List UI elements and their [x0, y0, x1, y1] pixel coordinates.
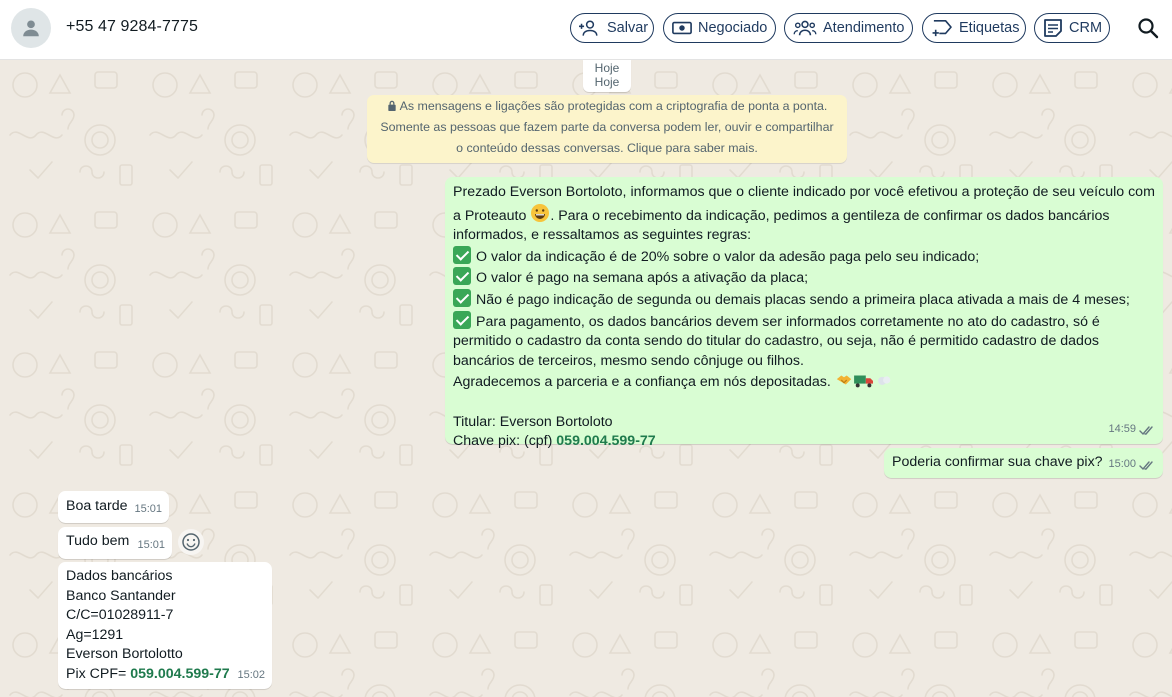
- avatar[interactable]: [11, 8, 51, 48]
- check-mark-icon: [453, 310, 471, 329]
- salvar-label: Salvar: [607, 20, 649, 36]
- message-line: informados, e ressaltamos as seguintes r…: [453, 227, 752, 244]
- message-line: Agradecemos a parceria e a confiança em …: [453, 371, 1155, 393]
- grinning-face-icon: [531, 203, 550, 222]
- date-label: Hoje: [594, 61, 620, 75]
- check-mark-icon: [453, 245, 471, 264]
- message-line: O valor é pago na semana após a ativação…: [453, 267, 1155, 289]
- check-mark-icon: [453, 267, 471, 286]
- crm-label: CRM: [1069, 20, 1103, 36]
- message-time: 15:01: [134, 503, 162, 516]
- person-add-icon: [579, 20, 598, 36]
- pix-key[interactable]: 059.004.599-77: [556, 433, 655, 449]
- etiquetas-label: Etiquetas: [959, 20, 1020, 36]
- encryption-notice[interactable]: As mensagens e ligações são protegidas c…: [367, 95, 847, 163]
- check-mark-icon: [453, 288, 471, 307]
- date-label: Hoje: [594, 75, 620, 89]
- pix-key[interactable]: 059.004.599-77: [130, 666, 229, 682]
- chat-header: +55 47 9284-7775 Salvar Negociado Atendi…: [0, 0, 1172, 60]
- message-line: O valor da indicação é de 20% sobre o va…: [453, 245, 1155, 268]
- negociado-button[interactable]: Negociado: [663, 13, 776, 43]
- message-text: Poderia confirmar sua chave pix?: [892, 454, 1103, 470]
- outgoing-message[interactable]: Poderia confirmar sua chave pix? 15:00: [884, 448, 1163, 478]
- message-meta: 14:59: [1108, 420, 1155, 440]
- contact-name[interactable]: +55 47 9284-7775: [66, 18, 198, 36]
- message-time: 15:01: [137, 539, 165, 552]
- notice-line: As mensagens e ligações são protegidas c…: [399, 99, 828, 113]
- double-check-icon: [1139, 461, 1153, 470]
- lock-icon: [387, 100, 396, 111]
- group-icon: [793, 20, 817, 36]
- message-line: permitido o cadastro da conta sendo do t…: [453, 333, 1099, 350]
- truck-icon: [853, 375, 873, 388]
- message-line: Prezado Everson Bortoloto, informamos qu…: [453, 184, 1155, 200]
- search-icon[interactable]: [1136, 16, 1160, 40]
- message-line: Não é pago indicação de segunda ou demai…: [453, 288, 1155, 311]
- message-line: Titular: Everson Bortoloto: [453, 413, 613, 430]
- atendimento-label: Atendimento: [823, 20, 905, 36]
- double-check-icon: [1139, 426, 1153, 435]
- message-text: Tudo bem: [66, 533, 130, 549]
- message-line: a Proteauto . Para o recebimento da indi…: [453, 203, 1155, 227]
- message-line: Ag=1291: [66, 626, 124, 643]
- incoming-message[interactable]: Boa tarde 15:01: [58, 491, 169, 523]
- label-add-icon: [932, 19, 952, 37]
- message-time: 15:00: [1108, 458, 1136, 471]
- note-icon: [1044, 19, 1062, 37]
- money-icon: [672, 21, 692, 35]
- notice-line: o conteúdo dessas conversas. Clique para…: [456, 141, 758, 155]
- etiquetas-button[interactable]: Etiquetas: [922, 13, 1026, 43]
- message-line: bancários de terceiros, mesmo sendo cônj…: [453, 352, 804, 369]
- sparkle-cloud-icon: [877, 376, 891, 386]
- message-time: 14:59: [1108, 423, 1136, 436]
- date-chip: Hoje Hoje: [583, 60, 631, 92]
- incoming-message[interactable]: Tudo bem 15:01: [58, 527, 172, 559]
- incoming-message[interactable]: Dados bancários Banco Santander C/C=0102…: [58, 562, 272, 689]
- handshake-icon: [836, 375, 851, 385]
- message-time: 15:02: [237, 669, 265, 682]
- chat-panel[interactable]: Hoje Hoje As mensagens e ligações são pr…: [0, 60, 1172, 697]
- message-line: C/C=01028911-7: [66, 607, 174, 624]
- message-meta: 15:01: [134, 500, 162, 520]
- smiley-icon: [182, 533, 200, 551]
- message-meta: 15:01: [137, 536, 165, 556]
- message-line: Banco Santander: [66, 587, 176, 604]
- message-line: Everson Bortolotto: [66, 646, 183, 663]
- message-line: Para pagamento, os dados bancários devem…: [453, 310, 1155, 333]
- person-icon: [23, 20, 39, 37]
- crm-button[interactable]: CRM: [1034, 13, 1110, 43]
- message-text: Boa tarde: [66, 498, 128, 514]
- salvar-button[interactable]: Salvar: [570, 13, 654, 43]
- message-meta: 15:02: [237, 666, 265, 686]
- message-line: Dados bancários: [66, 568, 173, 584]
- negociado-label: Negociado: [698, 20, 768, 36]
- atendimento-button[interactable]: Atendimento: [784, 13, 913, 43]
- outgoing-message[interactable]: Prezado Everson Bortoloto, informamos qu…: [445, 177, 1163, 449]
- reaction-button[interactable]: [178, 529, 204, 555]
- message-meta: 15:00: [1108, 455, 1155, 475]
- notice-line: Somente as pessoas que fazem parte da co…: [380, 120, 834, 134]
